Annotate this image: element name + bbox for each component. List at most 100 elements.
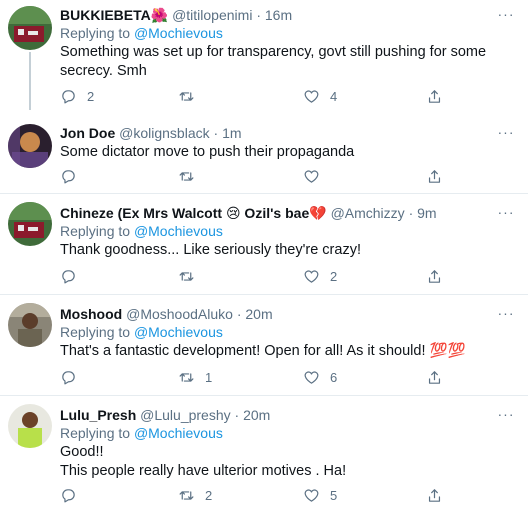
like-count: 6 — [330, 369, 338, 385]
replying-prefix: Replying to — [60, 223, 131, 239]
heart-icon — [304, 270, 319, 283]
share-icon — [428, 370, 441, 384]
reply-icon — [62, 488, 75, 502]
tweet-text: Something was set up for transparency, g… — [60, 44, 487, 79]
heart-icon — [304, 90, 319, 103]
like-button[interactable]: 6 — [303, 367, 337, 387]
reply-button[interactable] — [60, 367, 87, 387]
tweet-text: That's a fantastic development! Open for… — [60, 343, 466, 359]
timestamp[interactable]: 20m — [245, 306, 272, 322]
timestamp[interactable]: 9m — [417, 205, 436, 221]
retweet-icon — [179, 271, 194, 281]
like-count: 2 — [330, 268, 338, 284]
tweet[interactable]: Jon Doe @kolignsblack · 1m Some dictator… — [0, 110, 528, 194]
share-button[interactable] — [426, 485, 443, 505]
like-button[interactable]: 2 — [303, 266, 337, 286]
more-options-icon[interactable]: ··· — [496, 6, 516, 22]
reply-icon — [62, 169, 75, 183]
author-name[interactable]: Chineze (Ex Mrs Walcott 😢 Ozil's bae💔 — [60, 205, 327, 221]
reply-button[interactable]: 2 — [60, 86, 94, 106]
reply-button[interactable] — [60, 266, 87, 286]
more-options-icon[interactable]: ··· — [496, 305, 516, 321]
tweet[interactable]: BUKKIEBETA🌺 @titilopenimi · 16m Replying… — [0, 0, 528, 110]
tweet-text: Some dictator move to push their propaga… — [60, 144, 355, 160]
reply-button[interactable] — [60, 166, 87, 186]
tweet[interactable]: Chineze (Ex Mrs Walcott 😢 Ozil's bae💔 @A… — [0, 194, 528, 295]
reply-count: 2 — [87, 88, 95, 104]
more-options-icon[interactable]: ··· — [496, 204, 516, 220]
tweet-header: Moshood @MoshoodAluko · 20m — [60, 305, 492, 323]
reply-icon — [62, 269, 75, 283]
retweet-button[interactable]: 2 — [178, 485, 212, 505]
tweet-actions: 2 — [60, 266, 455, 286]
timestamp[interactable]: 20m — [243, 407, 270, 423]
share-button[interactable] — [426, 266, 443, 286]
tweet-actions — [60, 166, 455, 186]
like-button[interactable]: 5 — [303, 485, 337, 505]
tweet-header: BUKKIEBETA🌺 @titilopenimi · 16m — [60, 6, 492, 24]
heart-icon — [304, 489, 319, 502]
tweet-actions: 1 6 — [60, 367, 455, 387]
replying-prefix: Replying to — [60, 25, 131, 41]
mention-link[interactable]: @Mochievous — [134, 223, 223, 239]
separator-dot: · — [234, 407, 240, 423]
retweet-count: 1 — [205, 369, 213, 385]
reply-button[interactable] — [60, 485, 87, 505]
author-name[interactable]: Moshood — [60, 306, 122, 322]
tweet-text-line: This people really have ulterior motives… — [60, 463, 347, 479]
mention-link[interactable]: @Mochievous — [134, 425, 223, 441]
author-name[interactable]: Lulu_Presh — [60, 407, 136, 423]
mention-link[interactable]: @Mochievous — [134, 324, 223, 340]
avatar[interactable] — [8, 202, 52, 246]
avatar[interactable] — [8, 124, 52, 168]
replying-to: Replying to @Mochievous — [60, 24, 492, 42]
more-options-icon[interactable]: ··· — [496, 124, 516, 140]
thread-line — [29, 52, 31, 110]
retweet-button[interactable]: 1 — [178, 367, 212, 387]
timestamp[interactable]: 16m — [265, 7, 292, 23]
like-button[interactable] — [303, 166, 330, 186]
avatar[interactable] — [8, 303, 52, 347]
mention-link[interactable]: @Mochievous — [134, 25, 223, 41]
tweet-text: Thank goodness... Like seriously they're… — [60, 242, 361, 258]
more-options-icon[interactable]: ··· — [496, 406, 516, 422]
retweet-icon — [179, 372, 194, 382]
author-handle[interactable]: @Amchizzy — [331, 205, 405, 221]
tweet-content: Chineze (Ex Mrs Walcott 😢 Ozil's bae💔 @A… — [60, 204, 492, 260]
replying-prefix: Replying to — [60, 425, 131, 441]
replying-prefix: Replying to — [60, 324, 131, 340]
avatar[interactable] — [8, 404, 52, 448]
retweet-button[interactable] — [178, 86, 205, 106]
share-button[interactable] — [426, 367, 443, 387]
author-handle[interactable]: @kolignsblack — [119, 125, 209, 141]
separator-dot: · — [256, 7, 261, 23]
timestamp[interactable]: 1m — [222, 125, 241, 141]
share-button[interactable] — [426, 166, 443, 186]
tweet[interactable]: Moshood @MoshoodAluko · 20m Replying to … — [0, 295, 528, 396]
replying-to: Replying to @Mochievous — [60, 424, 492, 442]
author-handle[interactable]: @Lulu_preshy — [140, 407, 231, 423]
separator-dot: · — [408, 205, 414, 221]
author-handle[interactable]: @MoshoodAluko — [126, 306, 233, 322]
retweet-button[interactable] — [178, 266, 205, 286]
author-handle[interactable]: @titilopenimi — [172, 7, 252, 23]
tweet-content: Moshood @MoshoodAluko · 20m Replying to … — [60, 305, 492, 361]
like-button[interactable]: 4 — [303, 86, 337, 106]
reply-icon — [62, 89, 75, 103]
retweet-count: 2 — [205, 487, 213, 503]
share-icon — [428, 269, 441, 283]
author-name[interactable]: BUKKIEBETA — [60, 7, 151, 23]
share-button[interactable] — [426, 86, 443, 106]
tweet-content: Jon Doe @kolignsblack · 1m Some dictator… — [60, 124, 492, 162]
share-icon — [428, 89, 441, 103]
tweet-header: Chineze (Ex Mrs Walcott 😢 Ozil's bae💔 @A… — [60, 204, 492, 222]
replying-to: Replying to @Mochievous — [60, 323, 492, 341]
flower-emoji: 🌺 — [150, 7, 169, 23]
separator-dot: · — [236, 306, 242, 322]
author-name[interactable]: Jon Doe — [60, 125, 115, 141]
tweet-actions: 2 5 — [60, 485, 455, 505]
avatar[interactable] — [8, 6, 52, 50]
retweet-button[interactable] — [178, 166, 205, 186]
tweet[interactable]: Lulu_Presh @Lulu_preshy · 20m Replying t… — [0, 396, 528, 509]
tweet-text-line: Good!! — [60, 444, 104, 460]
